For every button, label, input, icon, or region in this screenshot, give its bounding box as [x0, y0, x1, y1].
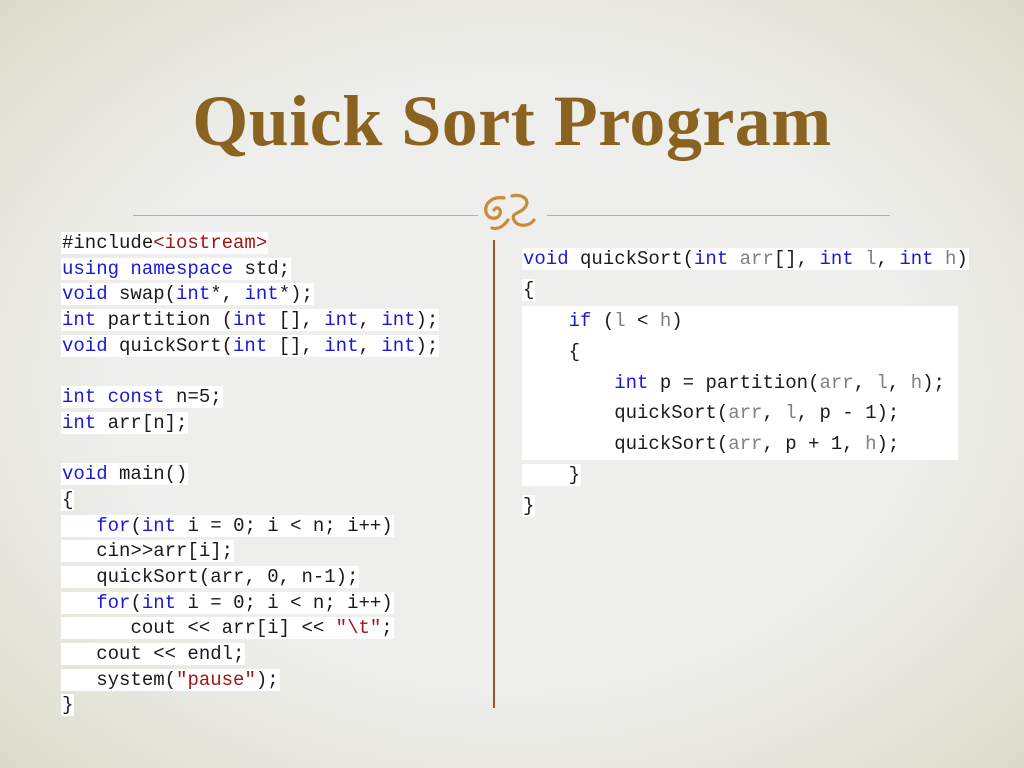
title-rule-right [547, 215, 890, 216]
slide-title: Quick Sort Program [192, 81, 832, 161]
code-line-quicksort-decl: void quickSort(int [], int, int); [61, 334, 440, 357]
code-line-system-pause: system("pause"); [61, 668, 439, 694]
code-line-quicksort-call: quickSort(arr, 0, n-1); [61, 565, 439, 591]
code-line-open-brace: { [522, 278, 536, 301]
code-line-const-n: int const n=5; [61, 386, 223, 409]
code-line-if: if (l < h) [522, 305, 969, 337]
code-line-if-open-brace: { [522, 336, 969, 368]
code-line-include: #include<iostream> [61, 232, 269, 254]
code-line-arr-decl: int arr[n]; [61, 411, 189, 434]
code-line-quicksort-signature: void quickSort(int arr[], int l, int h) [522, 248, 969, 270]
code-line-for-output: for(int i = 0; i < n; i++) [61, 591, 439, 617]
code-line-partition-call: int p = partition(arr, l, h); [522, 367, 969, 399]
code-line-cout-arr: cout << arr[i] << "\t"; [61, 616, 439, 642]
code-line-main: void main() [61, 463, 189, 486]
code-line-swap-decl: void swap(int*, int*); [61, 283, 314, 306]
decorative-flourish-icon [484, 193, 536, 231]
code-line-cin: cin>>arr[i]; [61, 539, 439, 565]
code-line-for-input: for(int i = 0; i < n; i++) [61, 514, 439, 540]
main-program-code: #include<iostream> using namespace std; … [61, 231, 440, 719]
code-line-close-brace: } [522, 495, 536, 518]
code-line-open-brace: { [61, 488, 75, 511]
title-rule-left [133, 215, 478, 216]
column-divider [493, 240, 495, 708]
quicksort-function-code: void quickSort(int arr[], int l, int h) … [522, 244, 969, 522]
code-line-quicksort-right: quickSort(arr, p + 1, h); [522, 429, 969, 461]
code-line-using: using namespace std; [61, 257, 292, 280]
code-line-if-close-brace: } [522, 460, 969, 491]
code-line-quicksort-left: quickSort(arr, l, p - 1); [522, 398, 969, 430]
code-line-close-brace: } [61, 694, 75, 717]
code-line-partition-decl: int partition (int [], int, int); [61, 309, 440, 332]
code-line-cout-endl: cout << endl; [61, 642, 439, 668]
